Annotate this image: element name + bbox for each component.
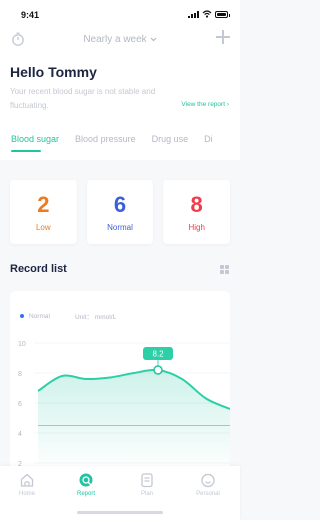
blood-sugar-chart: 1086428.2 <box>18 341 230 468</box>
nav-label: Plan <box>140 491 153 497</box>
stat-card-normal[interactable]: 6 Normal <box>86 180 154 244</box>
home-indicator <box>77 511 163 514</box>
status-summary: Your recent blood sugar is not stable an… <box>10 87 156 110</box>
y-tick-label: 8 <box>18 371 22 378</box>
period-label: Nearly a week <box>83 34 147 45</box>
stat-card-high[interactable]: 8 High <box>163 180 231 244</box>
chart-card: Normal Unit： mmol/L 10 8 6 4 2 8.2 <box>10 291 230 476</box>
personal-icon <box>201 473 215 488</box>
stat-label: Low <box>35 222 51 232</box>
home-icon <box>20 473 34 487</box>
active-tab-indicator <box>11 150 41 152</box>
stat-cards: 2 Low 6 Normal 8 High <box>10 180 231 244</box>
nav-home[interactable]: Home <box>7 472 47 497</box>
status-time: 9:41 <box>21 10 40 20</box>
add-icon[interactable] <box>216 30 230 44</box>
chevron-right-icon: › <box>226 101 229 108</box>
metric-tabs: Blood sugar Blood pressure Drug use Di <box>11 134 213 144</box>
y-tick-label: 6 <box>18 401 22 408</box>
view-report-label: View the report <box>181 101 226 108</box>
y-tick-label: 4 <box>18 431 22 438</box>
stat-card-low[interactable]: 2 Low <box>10 180 77 244</box>
stat-label: High <box>188 222 205 232</box>
tab-blood-pressure[interactable]: Blood pressure <box>75 134 136 144</box>
stat-label: Normal <box>107 222 133 232</box>
stat-value: 8 <box>190 191 203 217</box>
grid-view-icon[interactable] <box>220 265 229 274</box>
greeting-title: Hello Tommy <box>10 64 97 80</box>
nav-label: Home <box>18 491 35 497</box>
nav-label: Personal <box>196 491 220 497</box>
status-bar: 9:41 <box>0 0 240 24</box>
y-tick-label: 10 <box>18 341 26 348</box>
nav-plan[interactable]: Plan <box>127 472 167 497</box>
nav-report[interactable]: Report <box>66 472 106 497</box>
status-icons <box>188 10 230 18</box>
wifi-icon <box>202 10 212 18</box>
report-icon <box>79 473 93 487</box>
stat-value: 2 <box>37 191 50 217</box>
nav-label: Report <box>76 491 95 497</box>
tab-drug-use[interactable]: Drug use <box>152 134 189 144</box>
series-area <box>38 369 230 463</box>
highlight-point <box>153 365 163 375</box>
battery-icon <box>215 10 230 18</box>
period-selector[interactable]: Nearly a week <box>0 34 240 45</box>
signal-icon <box>188 10 199 18</box>
view-report-link[interactable]: View the report › <box>181 101 229 108</box>
tooltip-value: 8.2 <box>152 350 164 359</box>
nav-personal[interactable]: Personal <box>188 472 228 497</box>
stat-value: 6 <box>113 191 127 217</box>
tab-partial[interactable]: Di <box>204 134 213 144</box>
plan-icon <box>141 473 153 488</box>
tab-blood-sugar[interactable]: Blood sugar <box>11 134 59 144</box>
chevron-down-icon <box>150 37 157 42</box>
record-list-title: Record list <box>10 263 67 275</box>
